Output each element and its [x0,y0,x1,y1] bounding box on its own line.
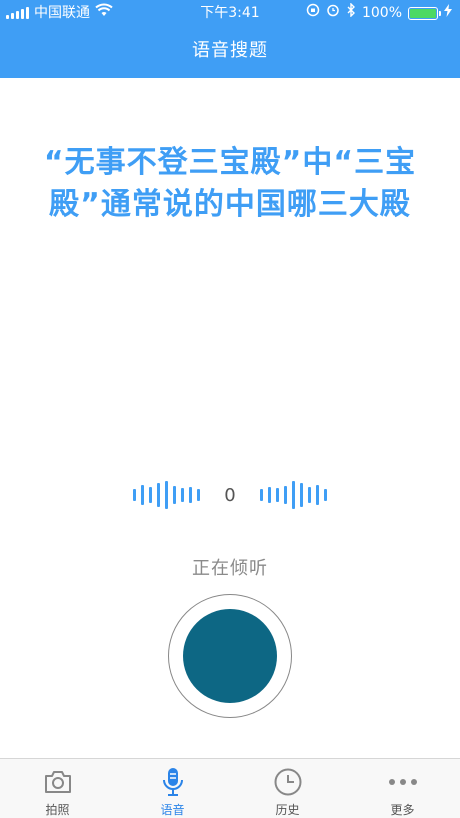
tab-bar: 拍照 语音 历史 更多 [0,758,460,818]
tab-camera[interactable]: 拍照 [0,759,115,818]
battery-percent: 100% [361,5,402,21]
battery-icon [408,6,441,20]
header: 中国联通 下午3:41 100% 语音搜题 [0,0,460,78]
orientation-lock-icon [306,0,320,26]
camera-icon [43,767,73,797]
status-bar: 中国联通 下午3:41 100% [0,0,460,26]
page-title: 语音搜题 [192,40,268,61]
clock-icon [273,767,303,797]
tab-more[interactable]: 更多 [345,759,460,818]
tab-camera-label: 拍照 [45,803,70,817]
voice-level-value: 0 [224,484,236,506]
record-button-core [183,609,277,703]
tab-more-label: 更多 [390,803,415,817]
waveform-left-icon [133,480,200,510]
waveform-right-icon [260,480,327,510]
tab-history[interactable]: 历史 [230,759,345,818]
voice-level-indicator: 0 [0,480,460,510]
alarm-icon [326,0,340,26]
tab-voice-label: 语音 [160,803,185,817]
tab-voice[interactable]: 语音 [115,759,230,818]
more-dots-icon [387,767,419,797]
recognized-question: “无事不登三宝殿”中“三宝殿”通常说的中国哪三大殿 [43,145,417,222]
bluetooth-icon [346,0,356,26]
charging-icon [444,0,452,26]
tab-history-label: 历史 [275,803,300,817]
microphone-icon [161,767,185,797]
record-button[interactable] [168,594,292,718]
listening-status: 正在倾听 [192,558,268,579]
